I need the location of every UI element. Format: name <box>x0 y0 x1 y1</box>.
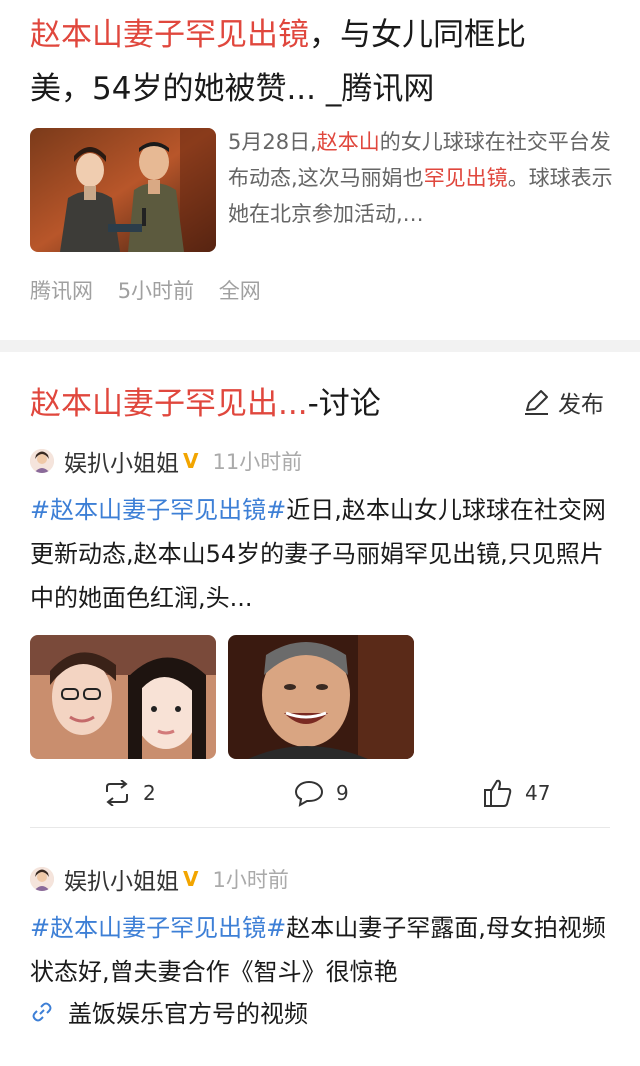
section-divider <box>0 340 640 352</box>
news-source: 腾讯网 <box>30 279 93 303</box>
news-result-card[interactable]: 赵本山妻子罕见出镜，与女儿同框比 美，54岁的她被赞... _腾讯网 5月28日… <box>0 0 640 340</box>
comment-count: 9 <box>336 781 349 805</box>
video-link[interactable]: 盖饭娱乐官方号的视频 <box>30 994 308 1029</box>
title-text: ，与女儿同框比 <box>309 17 526 53</box>
post-divider <box>30 827 610 828</box>
repost-button[interactable]: 2 <box>103 780 156 806</box>
snippet-highlight: 罕见出镜 <box>423 166 508 190</box>
hashtag-link[interactable]: #赵本山妻子罕见出镜# <box>30 914 286 942</box>
news-time: 5小时前 <box>117 279 195 303</box>
verified-badge: V <box>183 867 199 891</box>
video-link-label[interactable]: 盖饭娱乐官方号的视频 <box>68 994 308 1029</box>
post-content[interactable]: #赵本山妻子罕见出镜#近日,赵本山女儿球球在社交网更新动态,赵本山54岁的妻子马… <box>30 488 610 620</box>
post-content[interactable]: #赵本山妻子罕见出镜#赵本山妻子罕露面,母女拍视频状态好,曾夫妻合作《智斗》很惊… <box>30 906 610 994</box>
repost-count: 2 <box>143 781 156 805</box>
like-button[interactable]: 47 <box>483 778 550 808</box>
post-time: 11小时前 <box>212 450 303 474</box>
publish-button[interactable]: 发布 <box>522 385 604 419</box>
news-title[interactable]: 赵本山妻子罕见出镜，与女儿同框比 美，54岁的她被赞... _腾讯网 <box>30 8 620 116</box>
link-icon <box>32 1002 52 1021</box>
pencil-icon <box>525 390 548 415</box>
title-highlight: 赵本山妻子罕见出镜 <box>30 17 309 53</box>
avatar[interactable] <box>30 867 54 891</box>
username[interactable]: 娱扒小姐姐 <box>64 862 179 896</box>
post-image[interactable] <box>30 635 216 759</box>
thumbs-up-icon <box>484 779 512 807</box>
comment-icon <box>294 780 324 807</box>
post-author[interactable]: 娱扒小姐姐 V 11小时前 <box>30 444 302 478</box>
snippet-text: 5月28日, <box>228 130 317 154</box>
avatar[interactable] <box>30 449 54 473</box>
publish-label: 发布 <box>558 392 604 418</box>
snippet-highlight: 赵本山 <box>316 130 380 154</box>
username[interactable]: 娱扒小姐姐 <box>64 444 179 478</box>
discussion-title[interactable]: 赵本山妻子罕见出...-讨论 <box>30 378 381 423</box>
post-time: 1小时前 <box>212 868 289 892</box>
repost-icon <box>106 780 128 806</box>
news-thumbnail[interactable] <box>30 128 216 252</box>
like-count: 47 <box>525 781 551 805</box>
news-scope: 全网 <box>218 279 261 303</box>
post-image[interactable] <box>228 635 414 759</box>
comment-button[interactable]: 9 <box>294 779 349 807</box>
verified-badge: V <box>183 449 199 473</box>
hashtag-link[interactable]: #赵本山妻子罕见出镜# <box>30 496 286 524</box>
news-snippet: 5月28日,赵本山的女儿球球在社交平台发布动态,这次马丽娟也罕见出镜。球球表示她… <box>228 124 620 232</box>
discussion-title-highlight: 赵本山妻子罕见出... <box>30 386 308 422</box>
title-text-line2: 美，54岁的她被赞... _腾讯网 <box>30 71 435 107</box>
news-meta: 腾讯网 5小时前 全网 <box>30 275 279 305</box>
post-author[interactable]: 娱扒小姐姐 V 1小时前 <box>30 862 289 896</box>
discussion-title-suffix: -讨论 <box>307 386 381 422</box>
